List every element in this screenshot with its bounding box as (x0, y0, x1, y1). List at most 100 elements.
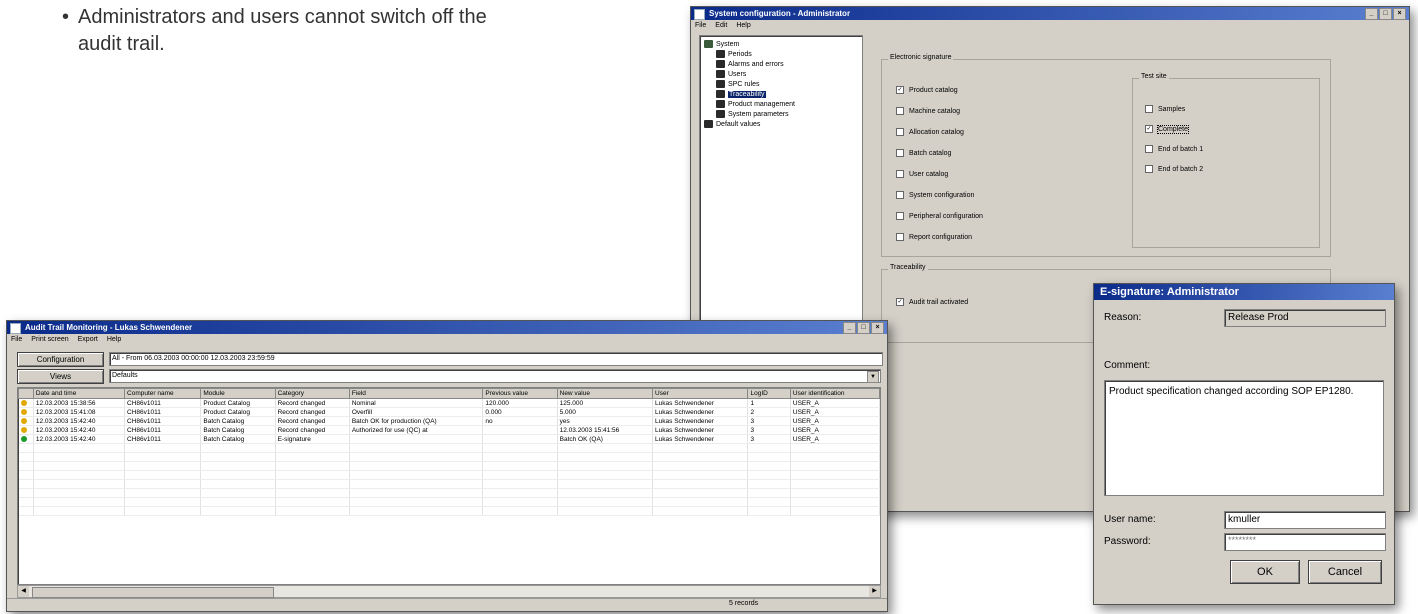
tree-item-periods[interactable]: Periods (716, 50, 752, 58)
scrollbar-thumb[interactable] (32, 587, 274, 598)
empty-cell (349, 488, 484, 498)
checkbox-end-of-batch-2[interactable]: End of batch 2 (1145, 165, 1203, 173)
empty-cell (200, 479, 276, 489)
column-header[interactable]: Computer name (124, 388, 202, 399)
tree-item-traceability[interactable]: Traceability (716, 90, 766, 98)
column-header[interactable]: Category (274, 388, 350, 399)
checkbox-box[interactable] (896, 233, 904, 241)
scroll-left-arrow-icon[interactable]: ◀ (18, 586, 29, 597)
table-row[interactable]: 12.03.2003 15:38:56 CH86v1011 Product Cata… (18, 398, 880, 408)
sysconfig-title: System configuration - Administrator (709, 9, 851, 18)
checkbox-box[interactable] (896, 191, 904, 199)
chevron-down-icon[interactable]: ▼ (867, 371, 879, 383)
empty-cell (124, 479, 202, 489)
menu-file[interactable]: File (695, 20, 706, 31)
checkbox-machine-catalog[interactable]: Machine catalog (896, 107, 960, 115)
checkbox-label: Product catalog (909, 86, 958, 94)
comment-label: Comment: (1104, 360, 1151, 371)
configuration-field[interactable]: All - From 06.03.2003 00:00:00 12.03.200… (109, 352, 883, 366)
table-cell: USER_A (790, 416, 880, 426)
close-button[interactable]: × (1393, 8, 1406, 20)
tree-item-alarms[interactable]: Alarms and errors (716, 60, 784, 68)
reason-field[interactable]: Release Prod (1224, 309, 1386, 327)
checkbox-box[interactable]: ✓ (896, 86, 904, 94)
empty-cell (349, 506, 484, 516)
comment-textarea[interactable]: Product specification changed according … (1104, 380, 1384, 496)
menu-export[interactable]: Export (78, 334, 98, 345)
table-cell: 12.03.2003 15:41:56 (557, 425, 654, 435)
table-row[interactable]: 12.03.2003 15:42:40 CH86v1011 Batch Catalo… (18, 434, 880, 444)
table-row[interactable]: 12.03.2003 15:42:40 CH86v1011 Batch Catalo… (18, 425, 880, 435)
column-header[interactable]: User (652, 388, 749, 399)
checkbox-box[interactable] (1145, 165, 1153, 173)
checkbox-user-catalog[interactable]: User catalog (896, 170, 948, 178)
configuration-button[interactable]: Configuration (17, 352, 104, 367)
checkbox-box[interactable] (896, 212, 904, 220)
scroll-right-arrow-icon[interactable]: ▶ (869, 586, 880, 597)
cancel-button[interactable]: Cancel (1308, 560, 1382, 584)
checkbox-allocation-catalog[interactable]: Allocation catalog (896, 128, 964, 136)
password-field[interactable]: ******** (1224, 533, 1386, 551)
checkbox-box[interactable] (896, 149, 904, 157)
horizontal-scrollbar[interactable]: ◀ ▶ (17, 585, 881, 598)
column-header[interactable]: LogID (747, 388, 791, 399)
column-header[interactable]: New value (556, 388, 654, 399)
menu-print-screen[interactable]: Print screen (31, 334, 68, 345)
ok-button[interactable]: OK (1230, 560, 1300, 584)
tree-item-spc-rules[interactable]: SPC rules (716, 80, 760, 88)
checkbox-box[interactable]: ✓ (896, 298, 904, 306)
checkbox-product-catalog[interactable]: ✓ Product catalog (896, 86, 958, 94)
empty-cell (124, 452, 202, 462)
checkbox-box[interactable] (1145, 105, 1153, 113)
checkbox-box[interactable]: ✓ (1145, 125, 1153, 133)
audit-menubar: File Print screen Export Help (7, 334, 887, 345)
tree-item-system[interactable]: System (704, 40, 739, 48)
views-dropdown[interactable]: Defaults ▼ (109, 369, 881, 383)
menu-file[interactable]: File (11, 334, 22, 345)
empty-cell (482, 461, 558, 471)
minimize-button[interactable]: _ (843, 322, 856, 334)
column-header[interactable]: Date and time (32, 388, 126, 399)
column-header[interactable]: Previous value (482, 388, 558, 399)
views-button[interactable]: Views (17, 369, 104, 384)
empty-cell (482, 452, 558, 462)
checkbox-system-configuration[interactable]: System configuration (896, 191, 974, 199)
checkbox-complete[interactable]: ✓ Complete (1145, 124, 1189, 134)
empty-table-row (18, 443, 880, 453)
table-row[interactable]: 12.03.2003 15:41:08 CH86v1011 Product Cata… (18, 407, 880, 417)
maximize-button[interactable]: □ (1379, 8, 1392, 20)
column-header[interactable]: Module (200, 388, 276, 399)
minimize-button[interactable]: _ (1365, 8, 1378, 20)
traceability-icon (716, 90, 725, 98)
tree-item-product-management[interactable]: Product management (716, 100, 795, 108)
menu-edit[interactable]: Edit (715, 20, 727, 31)
checkbox-report-configuration[interactable]: Report configuration (896, 233, 972, 241)
close-button[interactable]: × (871, 322, 884, 334)
checkbox-peripheral-configuration[interactable]: Peripheral configuration (896, 212, 983, 220)
checkbox-batch-catalog[interactable]: Batch catalog (896, 149, 951, 157)
table-row[interactable]: 12.03.2003 15:42:40 CH86v1011 Batch Catalo… (18, 416, 880, 426)
tree-item-default-values[interactable]: Default values (704, 120, 760, 128)
table-cell: USER_A (790, 434, 880, 444)
checkbox-label: User catalog (909, 170, 949, 178)
column-header[interactable]: Field (348, 388, 484, 399)
maximize-button[interactable]: □ (857, 322, 870, 334)
checkbox-box[interactable] (896, 128, 904, 136)
menu-help[interactable]: Help (736, 20, 750, 31)
tree-item-label: Periods (728, 50, 752, 58)
checkbox-audit-trail-activated[interactable]: ✓ Audit trail activated (896, 298, 968, 306)
checkbox-samples[interactable]: Samples (1145, 105, 1185, 113)
tree-item-system-parameters[interactable]: System parameters (716, 110, 789, 118)
empty-cell (482, 497, 558, 507)
column-header[interactable]: User identification (789, 388, 880, 399)
tree-item-users[interactable]: Users (716, 70, 746, 78)
checkbox-box[interactable] (896, 170, 904, 178)
username-field[interactable]: kmuller (1224, 511, 1386, 529)
menu-help[interactable]: Help (107, 334, 121, 345)
table-cell: Nominal (349, 398, 484, 408)
empty-cell (349, 452, 484, 462)
checkbox-box[interactable] (1145, 145, 1153, 153)
sysconfig-titlebar: System configuration - Administrator _ □… (691, 7, 1409, 20)
checkbox-box[interactable] (896, 107, 904, 115)
checkbox-end-of-batch-1[interactable]: End of batch 1 (1145, 145, 1203, 153)
